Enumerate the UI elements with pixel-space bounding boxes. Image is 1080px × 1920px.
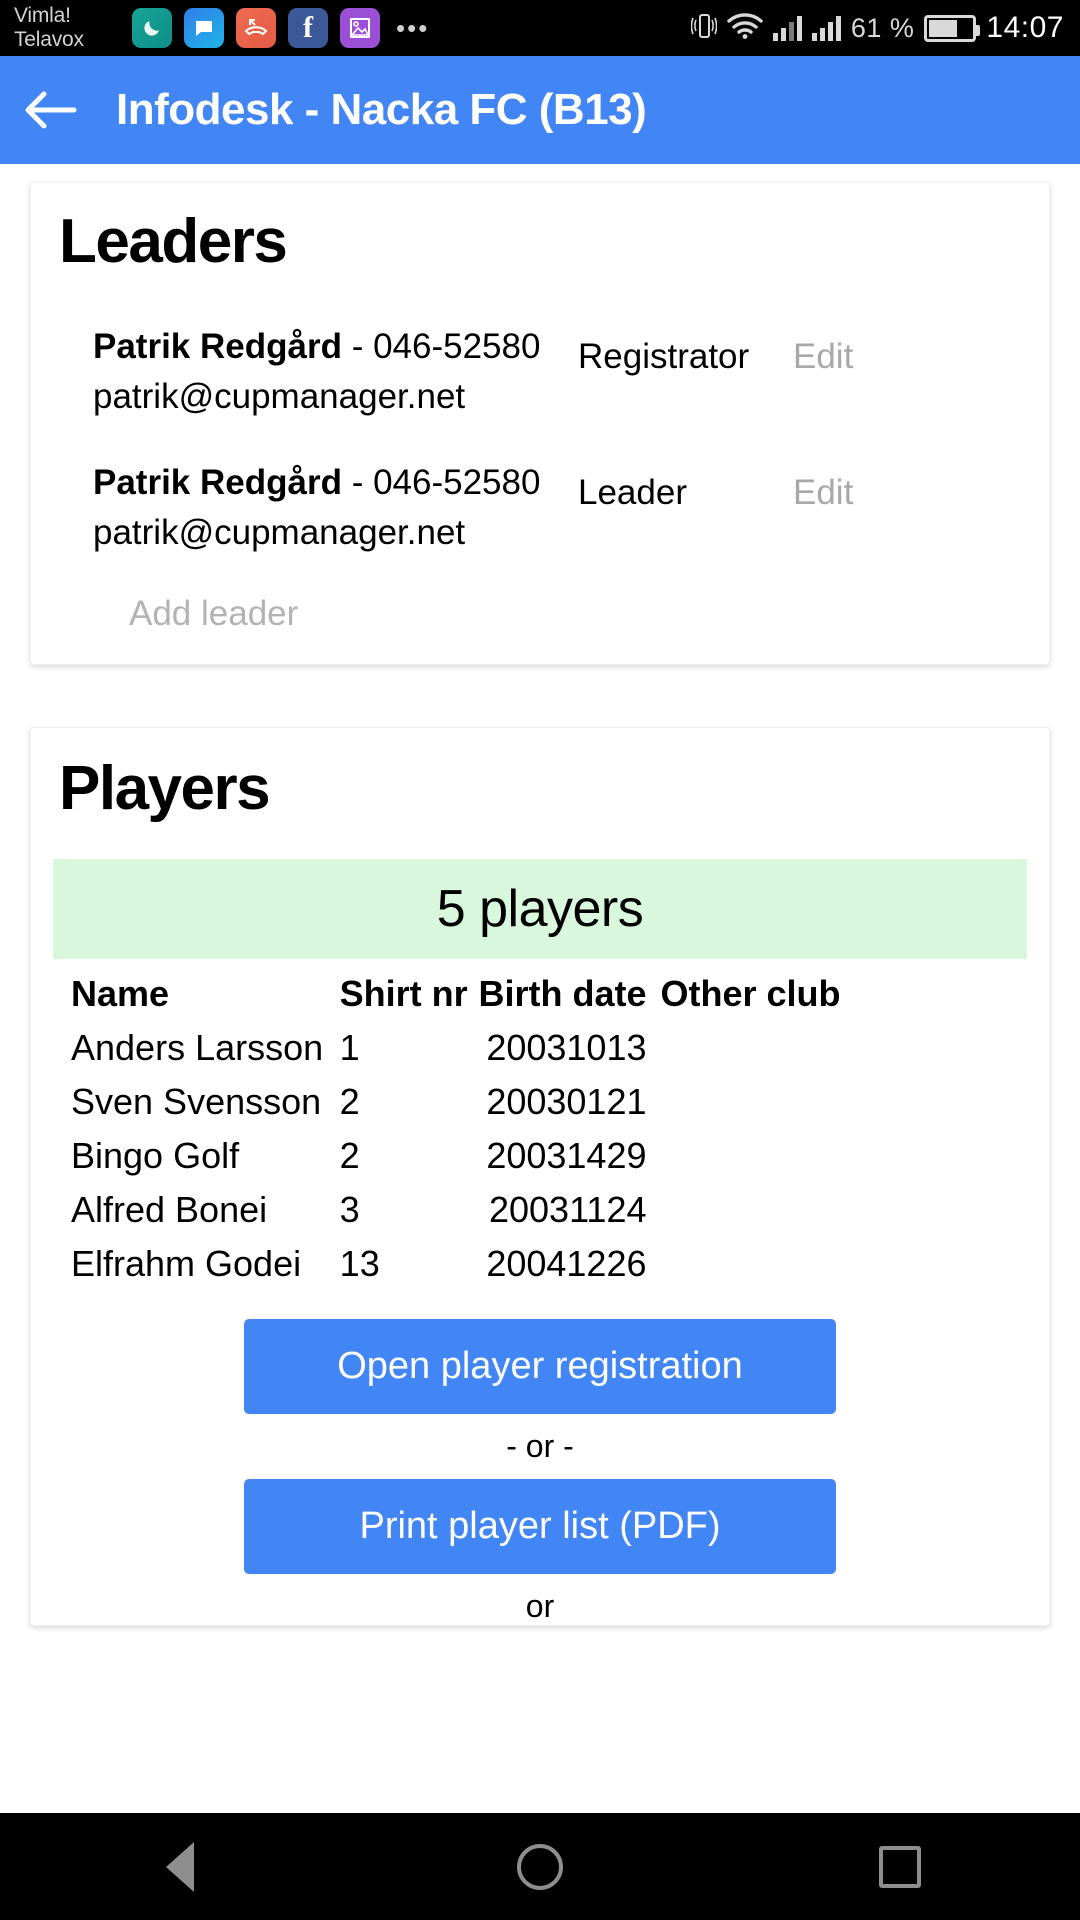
- page-title: Infodesk - Nacka FC (B13): [116, 85, 647, 134]
- nav-back-triangle-icon[interactable]: [90, 1813, 270, 1920]
- print-player-list-button[interactable]: Print player list (PDF): [244, 1479, 836, 1575]
- nav-recents-square-icon[interactable]: [810, 1813, 990, 1920]
- battery-icon: [924, 14, 981, 42]
- cell-other-club: [660, 1129, 841, 1183]
- table-row: Anders Larsson 1 20031013: [71, 1021, 841, 1075]
- nav-home-circle-icon[interactable]: [450, 1813, 630, 1920]
- player-count-label: 5 players: [436, 880, 644, 939]
- notification-icons: f •••: [132, 8, 429, 48]
- edit-leader-link[interactable]: Edit: [793, 322, 853, 382]
- status-bar: Vimla! Telavox f ••• 61 % 14:07: [0, 0, 1080, 56]
- leaders-heading: Leaders: [59, 207, 288, 276]
- cell-birth-date: 20041226: [486, 1243, 647, 1285]
- column-header-shirt-nr: Shirt nr: [339, 973, 468, 1015]
- navigation-bar: [0, 1813, 1080, 1920]
- cell-shirt-nr: 2: [339, 1135, 360, 1177]
- carrier-label: Vimla! Telavox: [14, 4, 124, 52]
- missed-call-icon: [236, 8, 276, 48]
- clock-label: 14:07: [986, 11, 1064, 44]
- status-bar-right: 61 % 14:07: [690, 11, 1080, 46]
- table-row: Patrik Redgård - 046-52580 patrik@cupman…: [31, 458, 1049, 558]
- cell-name: Sven Svensson: [71, 1081, 322, 1123]
- cell-birth-date: 20031013: [486, 1027, 647, 1069]
- cell-name: Elfrahm Godei: [71, 1243, 302, 1285]
- table-row: Bingo Golf 2 20031429: [71, 1129, 841, 1183]
- app-bar: Infodesk - Nacka FC (B13): [0, 56, 1080, 164]
- carrier-line-2: Telavox: [14, 28, 84, 51]
- add-leader-link[interactable]: Add leader: [31, 594, 1049, 634]
- cell-shirt-nr: 2: [339, 1081, 360, 1123]
- cell-birth-date: 20031124: [488, 1189, 647, 1231]
- leader-separator: -: [341, 463, 374, 503]
- gallery-icon: [340, 8, 380, 48]
- leader-name: Patrik Redgård: [93, 327, 342, 367]
- players-heading: Players: [59, 754, 271, 824]
- cell-shirt-nr: 1: [339, 1027, 360, 1069]
- leader-separator: -: [341, 327, 374, 367]
- leader-role: Registrator: [578, 337, 750, 377]
- cell-other-club: [660, 1183, 841, 1237]
- column-header-other-club: Other club: [660, 973, 841, 1015]
- cell-birth-date: 20030121: [486, 1081, 647, 1123]
- or-separator-bottom: or: [525, 1588, 555, 1625]
- leaders-list: Patrik Redgård - 046-52580 patrik@cupman…: [31, 322, 1049, 634]
- table-row: Alfred Bonei 3 20031124: [71, 1183, 841, 1237]
- leader-phone: 046-52580: [373, 327, 541, 367]
- cell-name: Alfred Bonei: [71, 1189, 268, 1231]
- vibrate-icon: [690, 11, 718, 46]
- edit-leader-link[interactable]: Edit: [793, 458, 853, 518]
- leader-name-phone: Patrik Redgård - 046-52580: [93, 458, 578, 508]
- column-header-birth-date: Birth date: [478, 973, 647, 1015]
- leader-email: patrik@cupmanager.net: [93, 513, 466, 553]
- carrier-line-1: Vimla!: [14, 4, 71, 27]
- leader-contact: Patrik Redgård - 046-52580 patrik@cupman…: [93, 458, 578, 558]
- back-arrow-icon[interactable]: [0, 56, 100, 164]
- leader-name: Patrik Redgård: [93, 463, 342, 503]
- scroll-content[interactable]: Leaders Patrik Redgård - 046-52580 patri…: [0, 164, 1080, 1813]
- cell-name: Anders Larsson: [71, 1027, 324, 1069]
- leader-name-phone: Patrik Redgård - 046-52580: [93, 322, 578, 372]
- table-header-row: Name Shirt nr Birth date Other club: [71, 967, 841, 1021]
- table-row: Patrik Redgård - 046-52580 patrik@cupman…: [31, 322, 1049, 422]
- more-notifications-icon: •••: [396, 12, 430, 43]
- leader-contact: Patrik Redgård - 046-52580 patrik@cupman…: [93, 322, 578, 422]
- table-row: Elfrahm Godei 13 20041226: [71, 1237, 841, 1291]
- open-player-registration-button[interactable]: Open player registration: [244, 1319, 836, 1415]
- cell-birth-date: 20031429: [486, 1135, 647, 1177]
- facebook-icon: f: [288, 8, 328, 48]
- or-separator: - or -: [506, 1428, 574, 1465]
- cell-shirt-nr: 13: [339, 1243, 380, 1285]
- signal-strength-sim2-icon: [811, 15, 841, 41]
- cell-other-club: [660, 1237, 841, 1291]
- players-card: Players 5 players Name Shirt nr Birth da…: [30, 727, 1050, 1627]
- leaders-card: Leaders Patrik Redgård - 046-52580 patri…: [30, 182, 1050, 666]
- cell-other-club: [660, 1075, 841, 1129]
- players-table: Name Shirt nr Birth date Other club Ande…: [71, 967, 841, 1291]
- cell-name: Bingo Golf: [71, 1135, 240, 1177]
- signal-strength-sim1-icon: [772, 15, 802, 41]
- cell-shirt-nr: 3: [339, 1189, 360, 1231]
- battery-percent-label: 61 %: [850, 12, 915, 43]
- wifi-icon: [727, 12, 763, 45]
- player-count-banner: 5 players: [53, 859, 1027, 960]
- leader-role: Leader: [578, 473, 687, 513]
- cell-other-club: [660, 1021, 841, 1075]
- player-actions: Open player registration - or - Print pl…: [31, 1319, 1049, 1625]
- leader-email: patrik@cupmanager.net: [93, 377, 466, 417]
- table-row: Sven Svensson 2 20030121: [71, 1075, 841, 1129]
- chat-bubble-icon: [184, 8, 224, 48]
- column-header-name: Name: [71, 973, 170, 1015]
- leader-phone: 046-52580: [373, 463, 541, 503]
- moon-icon: [132, 8, 172, 48]
